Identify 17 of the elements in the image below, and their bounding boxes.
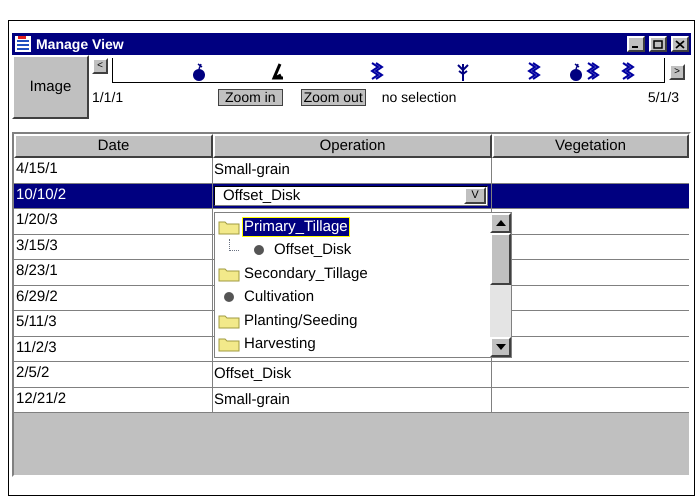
table-cell: 5/11/3 <box>14 311 213 336</box>
table-cell-text: Small-grain <box>214 160 290 180</box>
selection-status: no selection <box>382 88 458 106</box>
table-cell: 12/21/2 <box>14 388 213 412</box>
window-title: Manage View <box>36 34 125 54</box>
start-date: 1/1/1 <box>92 88 124 106</box>
table-cell: 1/20/3 <box>14 209 213 234</box>
table-cell-text: Small-grain <box>214 390 290 410</box>
table-cell-text: Offset_Disk <box>214 364 292 384</box>
table-cell: 2/5/2 <box>14 362 213 386</box>
table-cell: 10/10/2 <box>14 184 213 208</box>
table-cell: 8/23/1 <box>14 260 213 284</box>
table-cell: 4/15/1 <box>14 158 213 182</box>
end-date: 5/1/3 <box>648 88 679 106</box>
table-cell: 3/15/3 <box>14 234 213 259</box>
table-cell: 6/29/2 <box>14 286 213 310</box>
table-cell: 11/2/3 <box>14 336 213 361</box>
